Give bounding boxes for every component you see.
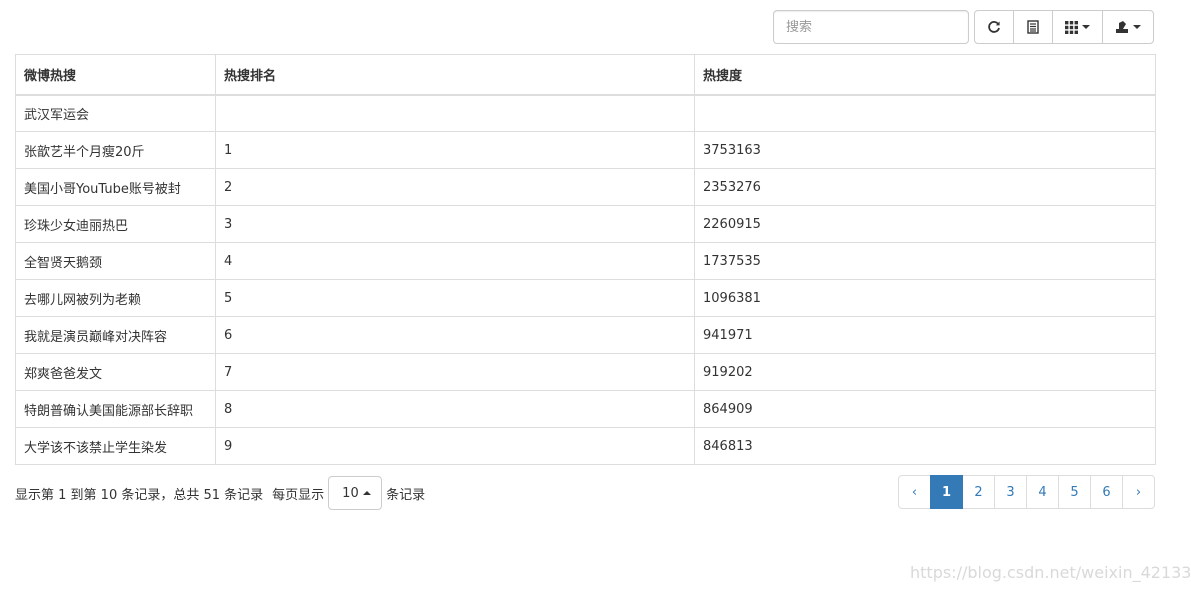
cell-rank <box>215 94 695 132</box>
toolbar-button-group <box>974 10 1154 44</box>
chevron-down-icon <box>1133 25 1141 29</box>
chevron-up-icon <box>362 491 371 495</box>
cell-heat: 2260915 <box>694 205 1156 243</box>
cell-topic: 全智贤天鹅颈 <box>15 242 216 280</box>
cell-rank: 7 <box>215 353 695 391</box>
pagination: ‹ 1 2 3 4 5 6 › <box>898 475 1155 509</box>
refresh-icon <box>988 21 1000 33</box>
toggle-view-button[interactable] <box>1013 10 1053 44</box>
cell-topic: 我就是演员巅峰对决阵容 <box>15 316 216 354</box>
export-icon <box>1116 21 1128 33</box>
cell-topic: 武汉军运会 <box>15 94 216 132</box>
column-header-rank[interactable]: 热搜排名 <box>215 54 695 96</box>
refresh-button[interactable] <box>974 10 1014 44</box>
page-size-prefix: 每页显示 <box>272 487 325 503</box>
table-row: 张歆艺半个月瘦20斤 1 3753163 <box>15 131 1156 169</box>
cell-topic: 郑爽爸爸发文 <box>15 353 216 391</box>
page-size-dropdown[interactable]: 10 <box>328 476 383 510</box>
next-page-button[interactable]: › <box>1122 475 1155 509</box>
cell-topic: 珍珠少女迪丽热巴 <box>15 205 216 243</box>
prev-page-button[interactable]: ‹ <box>898 475 931 509</box>
cell-heat <box>694 94 1156 132</box>
table-row: 武汉军运会 <box>15 94 1156 132</box>
page-button-2[interactable]: 2 <box>962 475 995 509</box>
page-button-6[interactable]: 6 <box>1090 475 1123 509</box>
pagination-info: 显示第 1 到第 10 条记录，总共 51 条记录 <box>15 487 264 503</box>
cell-topic: 张歆艺半个月瘦20斤 <box>15 131 216 169</box>
table-row: 郑爽爸爸发文 7 919202 <box>15 353 1156 391</box>
search-input[interactable] <box>773 10 969 44</box>
cell-heat: 941971 <box>694 316 1156 354</box>
table-row: 珍珠少女迪丽热巴 3 2260915 <box>15 205 1156 243</box>
cell-heat: 919202 <box>694 353 1156 391</box>
page-button-4[interactable]: 4 <box>1026 475 1059 509</box>
table-row: 全智贤天鹅颈 4 1737535 <box>15 242 1156 280</box>
columns-icon <box>1065 20 1078 34</box>
cell-rank: 2 <box>215 168 695 206</box>
cell-rank: 3 <box>215 205 695 243</box>
chevron-down-icon <box>1082 25 1090 29</box>
cell-topic: 特朗普确认美国能源部长辞职 <box>15 390 216 428</box>
hot-search-table: 微博热搜 热搜排名 热搜度 武汉军运会 张歆艺半个月瘦20斤 1 3753163 美… <box>15 54 1156 465</box>
table-row: 大学该不该禁止学生染发 9 846813 <box>15 427 1156 465</box>
cell-heat: 3753163 <box>694 131 1156 169</box>
cell-rank: 8 <box>215 390 695 428</box>
cell-rank: 1 <box>215 131 695 169</box>
watermark: https://blog.csdn.net/weixin_42133396 <box>910 563 1191 582</box>
cell-rank: 9 <box>215 427 695 465</box>
cell-topic: 大学该不该禁止学生染发 <box>15 427 216 465</box>
table-row: 我就是演员巅峰对决阵容 6 941971 <box>15 316 1156 354</box>
cell-heat: 2353276 <box>694 168 1156 206</box>
cell-rank: 5 <box>215 279 695 317</box>
column-header-heat[interactable]: 热搜度 <box>694 54 1156 96</box>
toggle-view-icon <box>1027 20 1039 34</box>
page-button-1[interactable]: 1 <box>930 475 963 509</box>
page-size-suffix: 条记录 <box>386 487 426 503</box>
cell-rank: 6 <box>215 316 695 354</box>
table-header-row: 微博热搜 热搜排名 热搜度 <box>15 54 1156 96</box>
page-button-3[interactable]: 3 <box>994 475 1027 509</box>
table-row: 去哪儿网被列为老赖 5 1096381 <box>15 279 1156 317</box>
columns-dropdown-button[interactable] <box>1052 10 1103 44</box>
cell-topic: 去哪儿网被列为老赖 <box>15 279 216 317</box>
column-header-topic[interactable]: 微博热搜 <box>15 54 216 96</box>
cell-heat: 1096381 <box>694 279 1156 317</box>
page-size-value: 10 <box>342 485 359 501</box>
table-toolbar <box>773 10 1155 44</box>
table-row: 特朗普确认美国能源部长辞职 8 864909 <box>15 390 1156 428</box>
table-row: 美国小哥YouTube账号被封 2 2353276 <box>15 168 1156 206</box>
cell-topic: 美国小哥YouTube账号被封 <box>15 168 216 206</box>
cell-rank: 4 <box>215 242 695 280</box>
hot-search-table-container: 微博热搜 热搜排名 热搜度 武汉军运会 张歆艺半个月瘦20斤 1 3753163 美… <box>15 54 1156 465</box>
cell-heat: 864909 <box>694 390 1156 428</box>
export-dropdown-button[interactable] <box>1102 10 1154 44</box>
page-button-5[interactable]: 5 <box>1058 475 1091 509</box>
cell-heat: 846813 <box>694 427 1156 465</box>
cell-heat: 1737535 <box>694 242 1156 280</box>
pagination-detail: 显示第 1 到第 10 条记录，总共 51 条记录 每页显示 10 条记录 <box>15 476 425 510</box>
